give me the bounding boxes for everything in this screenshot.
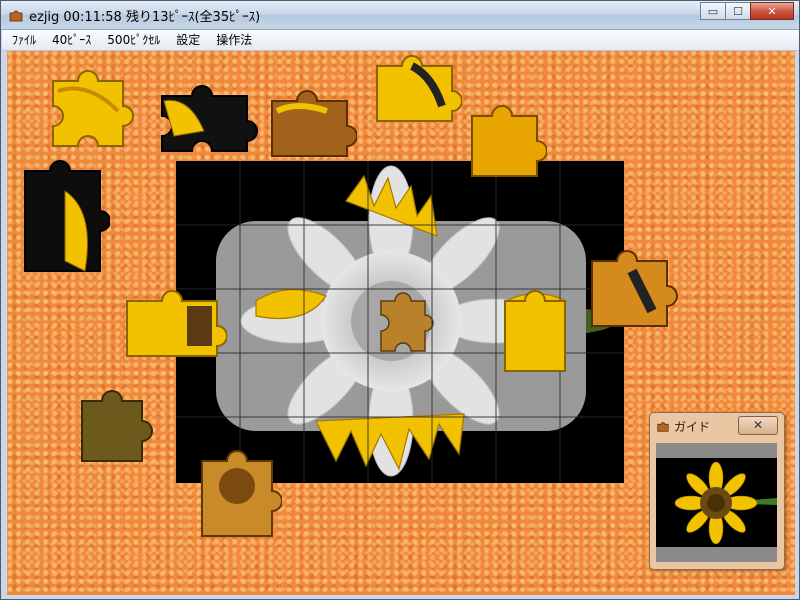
menu-settings[interactable]: 設定 bbox=[168, 30, 208, 50]
puzzle-piece[interactable] bbox=[117, 286, 227, 366]
puzzle-piece[interactable] bbox=[192, 441, 282, 546]
minimize-icon: ▭ bbox=[707, 4, 719, 18]
menu-file[interactable]: ﾌｧｲﾙ bbox=[2, 30, 44, 50]
puzzle-piece-icon bbox=[9, 10, 23, 22]
guide-window[interactable]: ガイド ✕ bbox=[649, 412, 785, 570]
maximize-icon: ☐ bbox=[733, 4, 743, 18]
maximize-button[interactable]: ☐ bbox=[725, 2, 751, 20]
menu-bar: ﾌｧｲﾙ 40ﾋﾟｰｽ 500ﾋﾟｸｾﾙ 設定 操作法 bbox=[2, 30, 799, 51]
close-button[interactable]: ✕ bbox=[750, 2, 794, 20]
guide-title: ガイド bbox=[674, 420, 711, 434]
guide-close-button[interactable]: ✕ bbox=[738, 416, 778, 435]
close-icon: ✕ bbox=[752, 418, 764, 432]
puzzle-piece-icon bbox=[657, 422, 669, 432]
puzzle-piece[interactable] bbox=[577, 241, 682, 336]
app-window: ezjig 00:11:58 残り13ﾋﾟｰｽ(全35ﾋﾟｰｽ) ▭ ☐ ✕ ﾌ… bbox=[0, 0, 800, 600]
window-controls: ▭ ☐ ✕ bbox=[700, 2, 794, 20]
sunflower-image bbox=[674, 461, 777, 545]
puzzle-piece[interactable] bbox=[15, 151, 110, 281]
menu-howto[interactable]: 操作法 bbox=[208, 30, 260, 50]
title-bar[interactable]: ezjig 00:11:58 残り13ﾋﾟｰｽ(全35ﾋﾟｰｽ) ▭ ☐ ✕ bbox=[1, 1, 799, 30]
guide-preview-image bbox=[656, 443, 777, 562]
guide-top-band bbox=[656, 443, 777, 458]
puzzle-piece[interactable] bbox=[43, 61, 143, 156]
minimize-button[interactable]: ▭ bbox=[700, 2, 726, 20]
window-title: ezjig 00:11:58 残り13ﾋﾟｰｽ(全35ﾋﾟｰｽ) bbox=[29, 10, 261, 25]
menu-piece-count[interactable]: 40ﾋﾟｰｽ bbox=[44, 30, 99, 50]
puzzle-piece[interactable] bbox=[462, 96, 547, 186]
close-icon: ✕ bbox=[767, 4, 777, 18]
menu-pixel-size[interactable]: 500ﾋﾟｸｾﾙ bbox=[99, 30, 168, 50]
puzzle-piece[interactable] bbox=[152, 81, 262, 161]
puzzle-piece[interactable] bbox=[262, 86, 357, 166]
puzzle-piece[interactable] bbox=[67, 386, 157, 476]
puzzle-piece[interactable] bbox=[367, 51, 462, 126]
puzzle-piece[interactable] bbox=[495, 286, 575, 386]
guide-bottom-band bbox=[656, 547, 777, 562]
